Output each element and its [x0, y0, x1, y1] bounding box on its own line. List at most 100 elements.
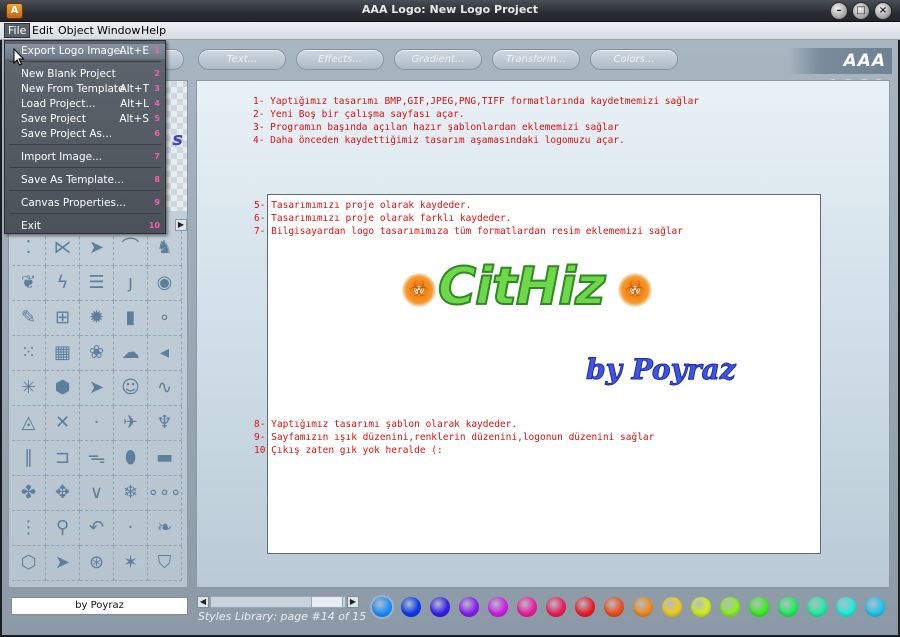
swirl-icon[interactable]: ⊛: [80, 546, 114, 581]
hook-arrow-icon[interactable]: ↶: [80, 511, 114, 546]
shield-icon[interactable]: ⛉: [148, 546, 182, 581]
octagon-icon[interactable]: ⬢: [46, 371, 80, 406]
pepper-icon[interactable]: ❦: [12, 266, 46, 301]
color-swatch[interactable]: [430, 597, 450, 617]
effects-button[interactable]: Effects...: [296, 49, 384, 70]
text-button[interactable]: Text...: [198, 49, 286, 70]
color-swatch[interactable]: [778, 597, 798, 617]
block-icon[interactable]: ▮: [114, 301, 148, 336]
menu-item-save-as-template[interactable]: Save As Template... 8: [5, 173, 165, 188]
menu-item-save-project[interactable]: Save Project Alt+S 5: [5, 112, 165, 127]
color-swatch[interactable]: [662, 597, 682, 617]
bracket-icon[interactable]: ⊐: [46, 441, 80, 476]
color-swatch[interactable]: [401, 597, 421, 617]
color-swatch[interactable]: [459, 597, 479, 617]
minimize-button[interactable]: –: [830, 2, 848, 20]
bar-icon[interactable]: ▬: [148, 441, 182, 476]
color-swatch[interactable]: [691, 597, 711, 617]
library-scroll-thumb[interactable]: [311, 597, 343, 607]
sun-icon[interactable]: ✹: [80, 301, 114, 336]
snowflake-icon[interactable]: ❄: [114, 476, 148, 511]
maple-leaf-icon[interactable]: ✤: [12, 476, 46, 511]
checker-icon[interactable]: ▦: [46, 336, 80, 371]
arrow-right-icon[interactable]: ➤: [80, 231, 114, 266]
menu-help[interactable]: Help: [141, 24, 166, 37]
logo-main-text[interactable]: CitHiz: [437, 256, 606, 318]
arrow-right-icon[interactable]: ➤: [46, 546, 80, 581]
pause-icon[interactable]: ∥: [12, 441, 46, 476]
bird-icon[interactable]: ᯓ: [80, 441, 114, 476]
grid-dots-icon[interactable]: ⁙: [12, 336, 46, 371]
pencil-icon[interactable]: ✎: [12, 301, 46, 336]
color-swatch[interactable]: [575, 597, 595, 617]
figure-icon[interactable]: ⚲: [46, 511, 80, 546]
color-swatch[interactable]: [807, 597, 827, 617]
colors-button[interactable]: Colors...: [590, 49, 678, 70]
menu-file[interactable]: File: [4, 23, 31, 38]
arrows-icon[interactable]: ⋉: [46, 231, 80, 266]
menu-item-new-from-template[interactable]: New From Template Alt+T 3: [5, 82, 165, 97]
chevron-down-icon[interactable]: ∨: [80, 476, 114, 511]
close-button[interactable]: ×: [874, 2, 892, 20]
maximize-button[interactable]: □: [852, 2, 870, 20]
menu-item-export-logo-image[interactable]: Export Logo Image... Alt+E 1: [5, 44, 165, 59]
dotted-line-icon[interactable]: ⋮: [12, 511, 46, 546]
color-swatch[interactable]: [749, 597, 769, 617]
menu-window[interactable]: Window: [97, 24, 140, 37]
menu-item-exit[interactable]: Exit 10: [5, 219, 165, 234]
next-page-button[interactable]: ▶: [175, 219, 187, 231]
leaf-icon[interactable]: ❧: [148, 511, 182, 546]
menu-item-canvas-properties[interactable]: Canvas Properties... 9: [5, 196, 165, 211]
flower-icon[interactable]: ❀: [80, 336, 114, 371]
menu-item-load-project[interactable]: Load Project... Alt+L 4: [5, 97, 165, 112]
style-text-input[interactable]: by Poyraz: [11, 597, 188, 615]
color-swatch[interactable]: [517, 597, 537, 617]
hook-icon[interactable]: ȷ: [114, 266, 148, 301]
circle-target-icon[interactable]: ◉: [148, 266, 182, 301]
color-swatch[interactable]: [865, 597, 885, 617]
triangle-circle-icon[interactable]: ◬: [12, 406, 46, 441]
color-swatch[interactable]: [372, 597, 392, 617]
face-icon[interactable]: ☺: [114, 371, 148, 406]
dog-icon[interactable]: ♞: [148, 231, 182, 266]
logo-sub-text[interactable]: by Poyraz: [586, 353, 737, 387]
dot-icon[interactable]: ·: [80, 406, 114, 441]
pinwheel-icon[interactable]: ✥: [46, 476, 80, 511]
menu-item-import-image[interactable]: Import Image... 7: [5, 150, 165, 165]
color-swatch[interactable]: [604, 597, 624, 617]
bolt-icon[interactable]: ϟ: [46, 266, 80, 301]
arrow-right-icon[interactable]: ➤: [80, 371, 114, 406]
color-swatch[interactable]: [720, 597, 740, 617]
wave-icon[interactable]: ∿: [148, 371, 182, 406]
menu-object[interactable]: Object: [58, 24, 94, 37]
arrow-left-icon[interactable]: ◂: [148, 336, 182, 371]
dots-icon[interactable]: ⁚: [12, 231, 46, 266]
color-swatch[interactable]: [546, 597, 566, 617]
library-scroll-left-button[interactable]: ◀: [197, 596, 209, 608]
burst-icon[interactable]: ✳: [12, 371, 46, 406]
transform-button[interactable]: Transform...: [492, 49, 580, 70]
cloud-icon[interactable]: ☁: [114, 336, 148, 371]
square-cross-icon[interactable]: ⊞: [46, 301, 80, 336]
gradient-button[interactable]: Gradient...: [394, 49, 482, 70]
lines-icon[interactable]: ☰: [80, 266, 114, 301]
color-swatch[interactable]: [633, 597, 653, 617]
menu-item-new-blank-project[interactable]: New Blank Project 2: [5, 67, 165, 82]
hexagon-icon[interactable]: ⬡: [12, 546, 46, 581]
jellyfish-icon[interactable]: ♆: [148, 406, 182, 441]
dot-icon[interactable]: ·: [114, 511, 148, 546]
small-circle-icon[interactable]: ∘: [148, 301, 182, 336]
star-icon[interactable]: ✶: [114, 546, 148, 581]
menu-edit[interactable]: Edit: [32, 24, 53, 37]
arch-icon[interactable]: ⌒: [114, 231, 148, 266]
color-swatch[interactable]: [488, 597, 508, 617]
library-scroll-right-button[interactable]: ▶: [347, 596, 359, 608]
logo-canvas[interactable]: 5- Tasarımımızı proje olarak kaydeder. 6…: [254, 194, 821, 554]
color-swatch[interactable]: [836, 597, 856, 617]
circles-icon[interactable]: ∘∘∘: [148, 476, 182, 511]
oval-icon[interactable]: ⬮: [114, 441, 148, 476]
library-scrollbar[interactable]: [210, 596, 346, 608]
menu-item-save-project-as[interactable]: Save Project As... 6: [5, 127, 165, 142]
cross-arrows-icon[interactable]: ✕: [46, 406, 80, 441]
plane-icon[interactable]: ✈: [114, 406, 148, 441]
